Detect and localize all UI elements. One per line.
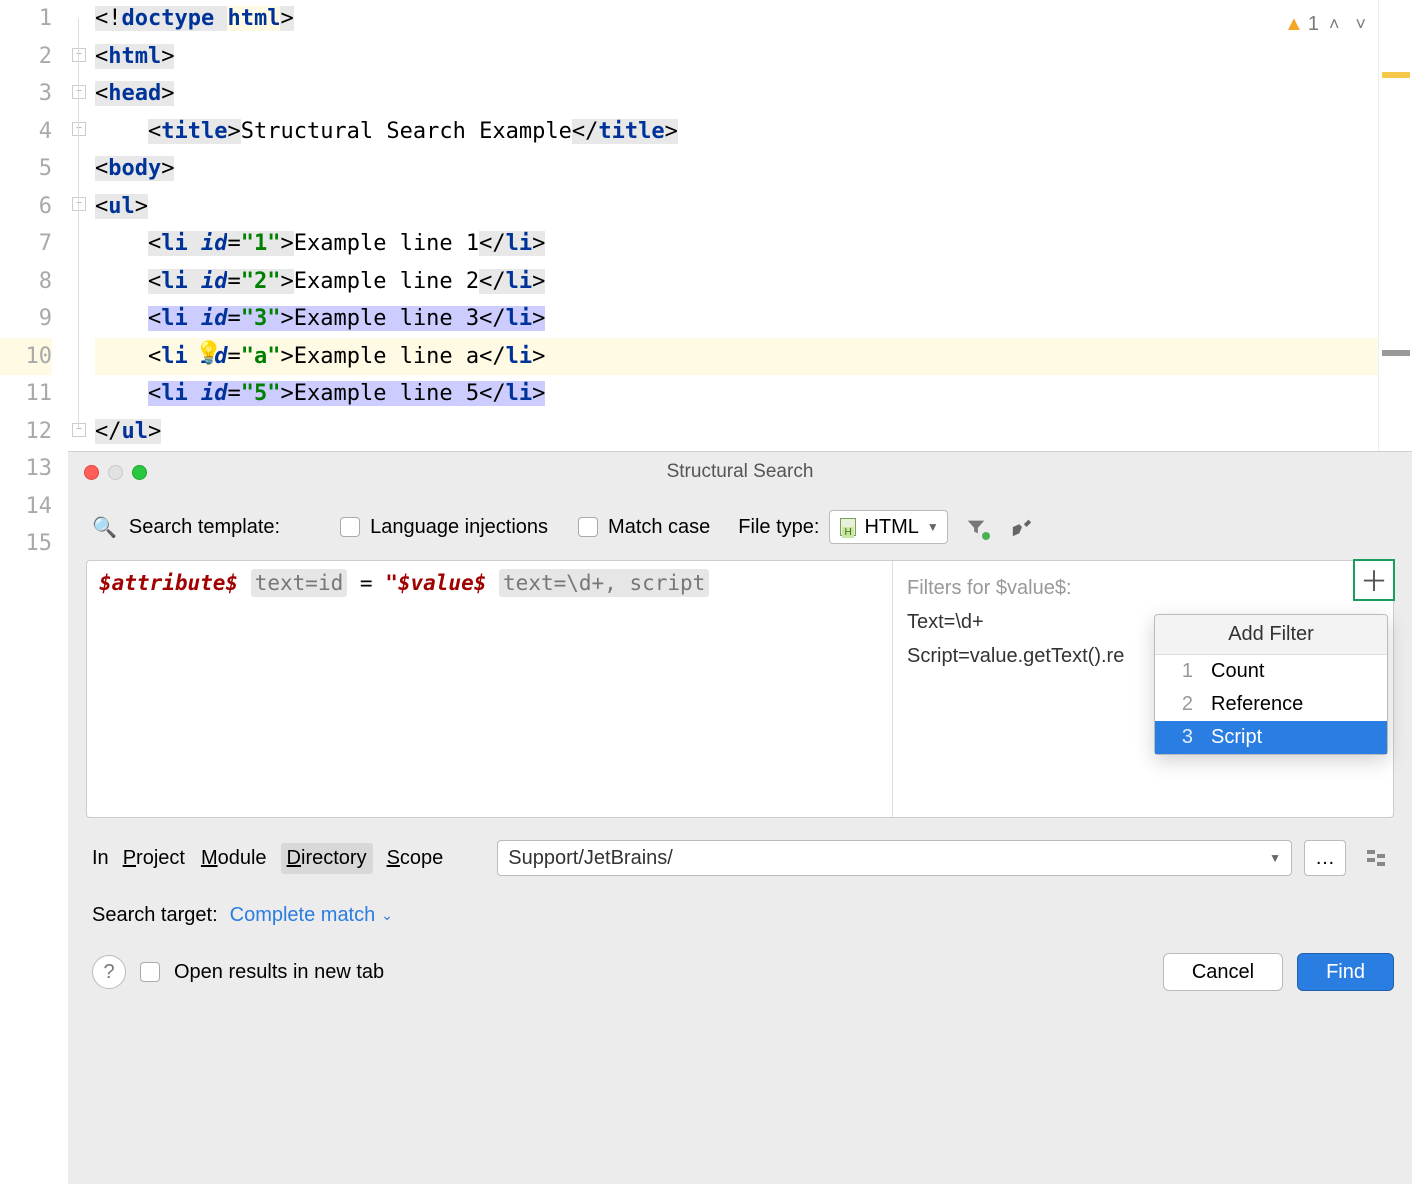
minimize-window-icon bbox=[108, 465, 123, 480]
file-type-value: HTML bbox=[864, 516, 918, 539]
code-text: <! bbox=[95, 6, 122, 31]
popup-item-count[interactable]: 1 Count bbox=[1155, 655, 1387, 688]
add-filter-popup: Add Filter 1 Count 2 Reference 3 Script bbox=[1154, 614, 1388, 755]
popup-item-label: Reference bbox=[1211, 693, 1303, 716]
file-type-dropdown[interactable]: HTML ▼ bbox=[829, 510, 947, 544]
intention-bulb-icon[interactable]: 💡 bbox=[195, 341, 222, 366]
match-case-label: Match case bbox=[608, 516, 710, 539]
chevron-down-icon[interactable]: ▼ bbox=[1269, 851, 1281, 865]
find-button[interactable]: Find bbox=[1297, 953, 1394, 991]
filter-active-indicator bbox=[982, 532, 990, 540]
zoom-window-icon[interactable] bbox=[132, 465, 147, 480]
popup-item-script[interactable]: 3 Script bbox=[1155, 721, 1387, 754]
filters-header: Filters for $value$: bbox=[907, 571, 1379, 605]
search-target-label: Search target: bbox=[92, 904, 218, 927]
inspection-widget[interactable]: ▲ 1 ˄ ˅ bbox=[1284, 12, 1372, 37]
popup-item-label: Count bbox=[1211, 660, 1264, 683]
search-toolbar: 🔍 Search template: Language injections M… bbox=[68, 492, 1412, 554]
chevron-down-icon: ▼ bbox=[927, 520, 939, 534]
code-editor[interactable]: 123 456 789 1011 121314 15 − − − − − 💡 <… bbox=[0, 0, 1412, 460]
fold-toggle-icon[interactable]: − bbox=[72, 48, 86, 62]
html-file-icon bbox=[838, 518, 856, 536]
structural-search-dialog: Structural Search 🔍 Search template: Lan… bbox=[68, 451, 1412, 1184]
search-icon[interactable]: 🔍 bbox=[92, 515, 117, 540]
warning-count: 1 bbox=[1308, 13, 1319, 36]
fold-column[interactable]: − − − − − bbox=[70, 0, 95, 460]
template-hint: text=id bbox=[251, 569, 348, 597]
language-injections-label: Language injections bbox=[370, 516, 548, 539]
next-highlight-icon[interactable]: ˅ bbox=[1349, 12, 1372, 37]
cancel-button[interactable]: Cancel bbox=[1163, 953, 1283, 991]
search-template-input[interactable]: $attribute$ text=id = "$value$ text=\d+,… bbox=[87, 561, 892, 817]
popup-item-reference[interactable]: 2 Reference bbox=[1155, 688, 1387, 721]
add-filter-button[interactable]: ＋ bbox=[1353, 559, 1395, 601]
scope-row: In Project Module Directory Scope Suppor… bbox=[92, 840, 1394, 876]
code-content[interactable]: 💡 <!doctype html> <html> <head> <title>S… bbox=[95, 0, 1412, 460]
open-new-tab-label: Open results in new tab bbox=[174, 961, 384, 984]
fold-toggle-icon[interactable]: − bbox=[72, 85, 86, 99]
browse-directory-button[interactable]: … bbox=[1304, 840, 1346, 876]
filter-button[interactable] bbox=[958, 510, 994, 544]
fold-toggle-icon[interactable]: − bbox=[72, 122, 86, 136]
search-template-label: Search template: bbox=[129, 516, 280, 539]
scope-project[interactable]: Project bbox=[121, 843, 187, 874]
search-target-row: Search target: Complete match ⌄ bbox=[92, 904, 1394, 927]
dialog-title: Structural Search bbox=[667, 461, 814, 483]
scope-scope[interactable]: Scope bbox=[385, 843, 446, 874]
chevron-down-icon: ⌄ bbox=[381, 907, 393, 924]
language-injections-checkbox[interactable] bbox=[340, 517, 360, 537]
directory-path-input[interactable]: Support/JetBrains/ ▼ bbox=[497, 840, 1292, 876]
popup-title: Add Filter bbox=[1155, 615, 1387, 655]
path-value: Support/JetBrains/ bbox=[508, 847, 673, 870]
fold-toggle-icon[interactable]: − bbox=[72, 197, 86, 211]
line-number-gutter: 123 456 789 1011 121314 15 bbox=[0, 0, 70, 460]
template-hint: text=\d+, script bbox=[499, 569, 709, 597]
template-variable: "$value$ bbox=[385, 571, 486, 595]
open-new-tab-checkbox[interactable] bbox=[140, 962, 160, 982]
close-window-icon[interactable] bbox=[84, 465, 99, 480]
dialog-titlebar[interactable]: Structural Search bbox=[68, 452, 1412, 492]
fold-toggle-icon[interactable]: − bbox=[72, 423, 86, 437]
search-target-value: Complete match bbox=[230, 904, 376, 927]
help-button[interactable]: ? bbox=[92, 955, 126, 989]
warning-icon: ▲ bbox=[1284, 13, 1304, 36]
popup-item-label: Script bbox=[1211, 726, 1262, 749]
scope-directory[interactable]: Directory bbox=[281, 843, 373, 874]
prev-highlight-icon[interactable]: ˄ bbox=[1323, 12, 1346, 37]
search-target-dropdown[interactable]: Complete match ⌄ bbox=[230, 904, 393, 927]
match-case-checkbox[interactable] bbox=[578, 517, 598, 537]
template-variable: $attribute$ bbox=[99, 571, 238, 595]
scope-module[interactable]: Module bbox=[199, 843, 269, 874]
in-label: In bbox=[92, 847, 109, 870]
file-type-label: File type: bbox=[738, 516, 819, 539]
dialog-footer: ? Open results in new tab Cancel Find bbox=[92, 953, 1394, 991]
tools-button[interactable] bbox=[1004, 510, 1040, 544]
recursive-toggle-button[interactable] bbox=[1358, 841, 1394, 875]
error-stripe[interactable] bbox=[1378, 0, 1412, 460]
